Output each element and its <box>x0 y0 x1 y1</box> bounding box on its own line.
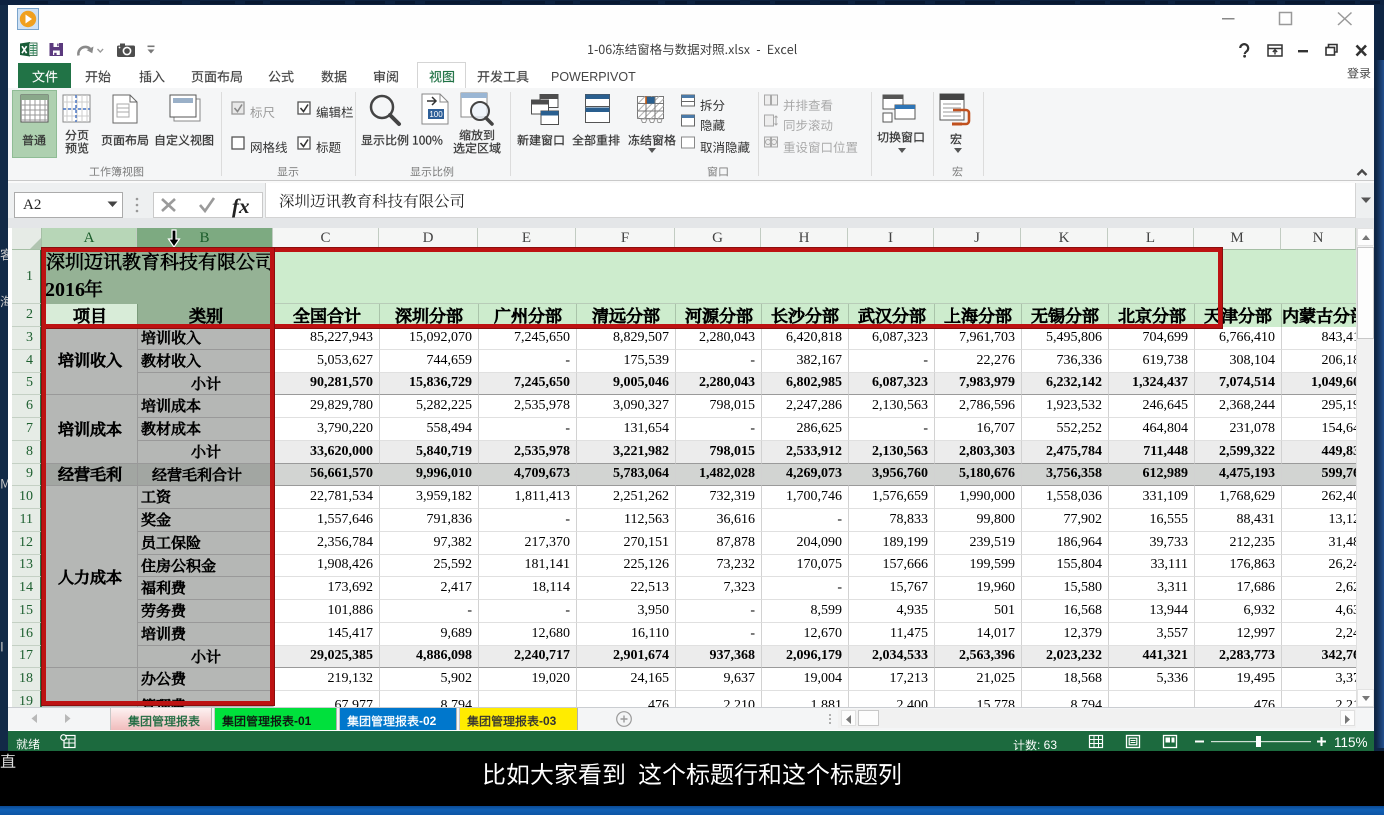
svg-text:fx: fx <box>232 194 250 218</box>
svg-text:100: 100 <box>429 110 443 119</box>
